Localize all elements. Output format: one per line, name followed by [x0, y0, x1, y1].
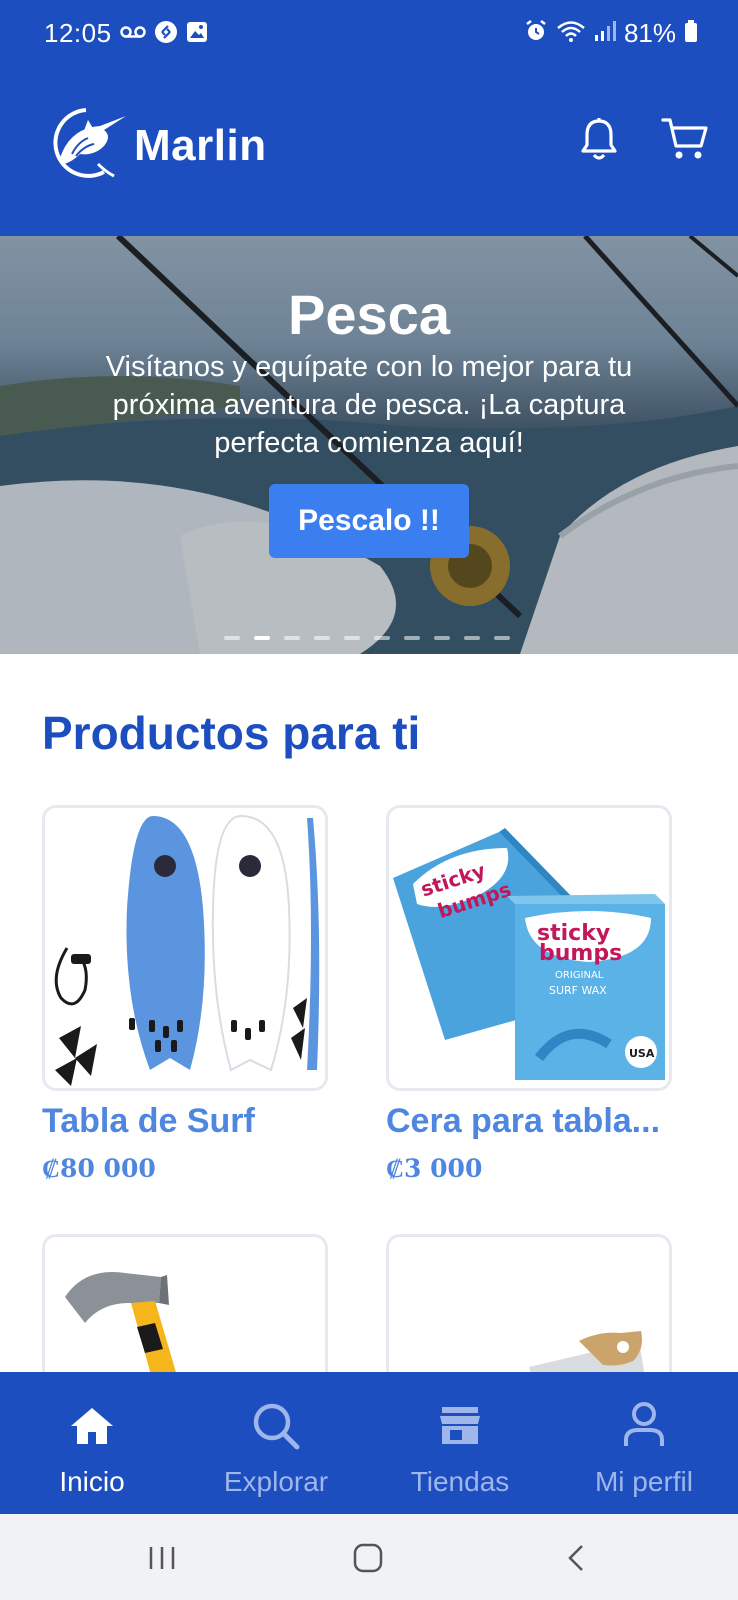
hero-title: Pesca: [288, 283, 450, 346]
nav-item-explorar[interactable]: Explorar: [184, 1372, 368, 1514]
carousel-indicator: [224, 636, 510, 640]
battery-percentage: 81%: [623, 18, 676, 48]
battery-icon: [684, 19, 698, 48]
carousel-dot[interactable]: [224, 636, 240, 640]
carousel-dot[interactable]: [464, 636, 480, 640]
nav-item-inicio[interactable]: Inicio: [0, 1372, 184, 1514]
cart-icon: [661, 116, 709, 167]
voicemail-icon: [120, 24, 146, 45]
hero-cta-button[interactable]: Pescalo !!: [269, 484, 469, 558]
carousel-dot[interactable]: [494, 636, 510, 640]
carousel-dot[interactable]: [404, 636, 420, 640]
bottom-navigation: Inicio Explorar Tiendas Mi perfil: [0, 1372, 738, 1514]
home-icon: [0, 1406, 184, 1446]
status-right: 81%: [524, 18, 698, 49]
brand[interactable]: Marlin: [42, 106, 267, 185]
svg-text:SURF WAX: SURF WAX: [549, 984, 607, 997]
carousel-dot[interactable]: [434, 636, 450, 640]
bell-icon: [579, 117, 619, 166]
svg-text:USA: USA: [629, 1047, 655, 1060]
marlin-logo-icon: [42, 106, 128, 185]
cart-button[interactable]: [660, 116, 710, 166]
nav-label: Explorar: [223, 1466, 329, 1497]
hero-description: Visítanos y equípate con lo mejor para t…: [105, 351, 633, 459]
status-left-icons: [120, 20, 208, 49]
system-navigation-bar: [0, 1514, 738, 1600]
store-icon: [368, 1406, 552, 1446]
signal-icon: [594, 20, 616, 47]
recents-button[interactable]: [132, 1536, 192, 1580]
svg-text:bumps: bumps: [539, 941, 622, 966]
product-price: ₡80 000: [42, 1154, 156, 1183]
alarm-icon: [524, 19, 548, 48]
carousel-dot[interactable]: [374, 636, 390, 640]
carousel-dot[interactable]: [344, 636, 360, 640]
wifi-icon: [556, 19, 586, 48]
shazam-icon: [154, 20, 178, 49]
status-bar: 12:05 81%: [0, 0, 738, 68]
brand-name: Marlin: [134, 120, 267, 170]
carousel-dot[interactable]: [284, 636, 300, 640]
user-icon: [552, 1402, 736, 1448]
gallery-icon: [186, 21, 208, 48]
back-button[interactable]: [546, 1536, 606, 1580]
nav-item-mi-perfil[interactable]: Mi perfil: [552, 1372, 736, 1514]
product-image-surfboard[interactable]: [42, 805, 328, 1091]
app-header: Marlin: [0, 68, 738, 236]
carousel-dot-active[interactable]: [254, 636, 270, 640]
section-title: Productos para ti: [42, 707, 421, 759]
nav-label: Tiendas: [410, 1466, 510, 1497]
nav-label: Mi perfil: [594, 1466, 693, 1497]
product-name[interactable]: Cera para tabla...: [386, 1102, 686, 1141]
notifications-button[interactable]: [574, 116, 624, 166]
product-price: ₡3 000: [386, 1154, 483, 1183]
carousel-dot[interactable]: [314, 636, 330, 640]
status-time: 12:05: [44, 18, 112, 48]
home-button[interactable]: [338, 1536, 398, 1580]
svg-text:ORIGINAL: ORIGINAL: [555, 970, 604, 981]
hero-banner[interactable]: Pesca Visítanos y equípate con lo mejor …: [0, 236, 738, 654]
nav-label: Inicio: [59, 1466, 125, 1497]
search-icon: [184, 1403, 368, 1450]
nav-item-tiendas[interactable]: Tiendas: [368, 1372, 552, 1514]
product-image-surf-wax[interactable]: sticky bumps sticky bumps ORIGINAL SURF …: [386, 805, 672, 1091]
product-name[interactable]: Tabla de Surf: [42, 1102, 342, 1141]
